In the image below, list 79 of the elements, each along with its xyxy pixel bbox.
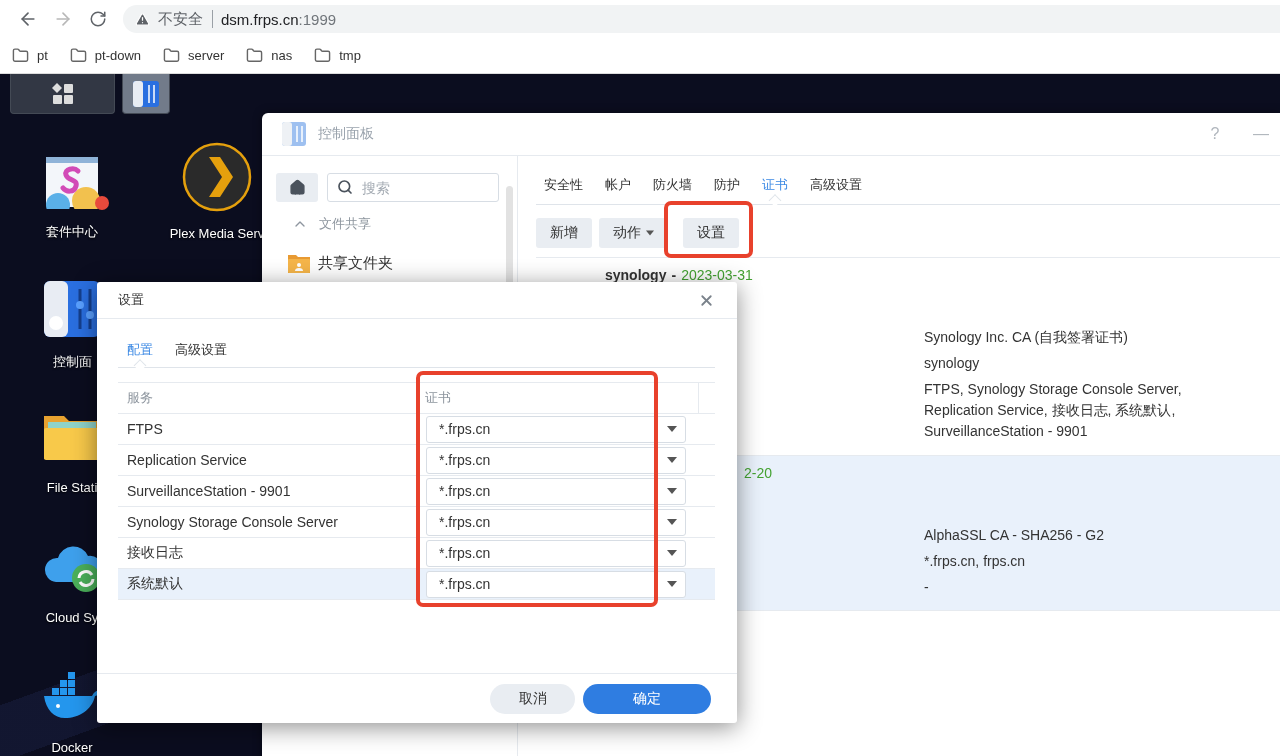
certificate-detail: synology <box>924 354 981 373</box>
confirm-button[interactable]: 确定 <box>583 683 711 714</box>
certificate-detail: FTPS, Synology Storage Console Server, Replication Service, 接收日志, 系统默认, SurveillanceStation - 9901 <box>924 380 1183 441</box>
certificate-detail: AlphaSSL CA - SHA256 - G2 <box>924 526 1106 545</box>
home-button[interactable] <box>276 173 318 202</box>
column-header: 证书 <box>424 389 452 407</box>
caret-icon <box>667 550 677 556</box>
folder-icon <box>163 47 181 64</box>
search-field[interactable]: 搜索 <box>327 173 499 202</box>
tab[interactable]: 安全性 <box>544 171 583 199</box>
table-row[interactable]: Synology Storage Console Server *.frps.cn <box>118 507 715 538</box>
bookmark[interactable]: pt <box>12 47 48 64</box>
caret-icon <box>667 519 677 525</box>
tab[interactable]: 高级设置 <box>175 336 227 364</box>
search-icon <box>337 179 353 195</box>
tab[interactable]: 帐户 <box>605 171 631 199</box>
desktop-icon-label[interactable]: 套件中心 <box>46 223 98 241</box>
certificate-select[interactable]: *.frps.cn <box>426 415 686 443</box>
warning-icon <box>135 11 150 27</box>
sidebar-item[interactable]: 共享文件夹 <box>276 250 502 276</box>
service-name: SurveillanceStation - 9901 <box>126 483 292 499</box>
cancel-button[interactable]: 取消 <box>490 683 575 714</box>
certificate-select[interactable]: *.frps.cn <box>426 446 686 474</box>
certificate-title: synology - 2023-03-31 <box>604 267 754 285</box>
table-row[interactable]: 接收日志 *.frps.cn <box>118 538 715 569</box>
tab[interactable]: 高级设置 <box>810 171 862 199</box>
desktop-icon-label[interactable]: File Stati <box>46 480 98 495</box>
tab[interactable]: 防火墙 <box>653 171 692 199</box>
certificate-detail: *.frps.cn, frps.cn <box>924 552 1027 571</box>
play-chevron-icon <box>182 142 252 212</box>
folder-icon <box>12 47 29 64</box>
home-icon <box>288 179 306 196</box>
service-name: Replication Service <box>126 452 248 468</box>
certificate-select[interactable]: *.frps.cn <box>426 570 686 598</box>
toolbar-button[interactable]: 设置 <box>683 218 739 248</box>
grid-icon <box>51 82 74 105</box>
caret-icon <box>667 426 677 432</box>
certificate-select[interactable]: *.frps.cn <box>426 477 686 505</box>
service-name: FTPS <box>126 421 164 437</box>
certificate-select[interactable]: *.frps.cn <box>426 539 686 567</box>
desktop-icon-label[interactable]: Cloud Sy <box>45 610 99 625</box>
taskbar-app-button[interactable] <box>122 74 170 114</box>
certificate-title: 2-20 <box>743 465 774 483</box>
address-bar[interactable]: 不安全 dsm.frps.cn:1999 <box>123 5 1280 33</box>
desktop-icon-label[interactable]: 控制面 <box>52 353 92 371</box>
bookmark[interactable]: tmp <box>314 47 361 64</box>
reload-icon <box>88 10 107 28</box>
bookmark[interactable]: server <box>163 47 225 64</box>
table-row[interactable]: 系统默认 *.frps.cn <box>118 569 715 600</box>
service-name: 系统默认 <box>126 575 184 593</box>
tab[interactable]: 证书 <box>762 171 788 199</box>
bookmark[interactable]: nas <box>246 47 293 64</box>
table-row[interactable]: SurveillanceStation - 9901 *.frps.cn <box>118 476 715 507</box>
folder-icon <box>246 47 264 64</box>
url-text: dsm.frps.cn:1999 <box>221 10 337 28</box>
caret-icon <box>667 488 677 494</box>
folder-icon <box>69 47 87 64</box>
tab[interactable]: 配置 <box>127 336 153 364</box>
service-name: Synology Storage Console Server <box>126 514 339 530</box>
folder-icon <box>314 47 332 64</box>
desktop-icon-label[interactable]: Docker <box>51 740 93 755</box>
sliders-icon <box>282 122 306 146</box>
certificate-select[interactable]: *.frps.cn <box>426 508 686 536</box>
tab[interactable]: 防护 <box>714 171 740 199</box>
bookmark[interactable]: pt-down <box>69 47 142 64</box>
certificate-detail: Synology Inc. CA (自我签署证书) <box>924 328 1129 347</box>
column-header: 服务 <box>126 389 154 407</box>
table-row[interactable]: Replication Service *.frps.cn <box>118 445 715 476</box>
main-menu-button[interactable] <box>10 74 115 114</box>
certificate-detail: - <box>924 578 930 597</box>
shared-folder-icon <box>288 253 310 273</box>
window-title: 控制面板 <box>318 125 375 143</box>
dialog-title: 设置 <box>118 291 144 309</box>
toolbar-button[interactable]: 新增 <box>536 218 592 248</box>
caret-icon <box>667 581 677 587</box>
table-row[interactable]: FTPS *.frps.cn <box>118 414 715 445</box>
security-label: 不安全 <box>158 10 213 28</box>
sliders-icon <box>133 80 159 107</box>
service-name: 接收日志 <box>126 544 184 562</box>
